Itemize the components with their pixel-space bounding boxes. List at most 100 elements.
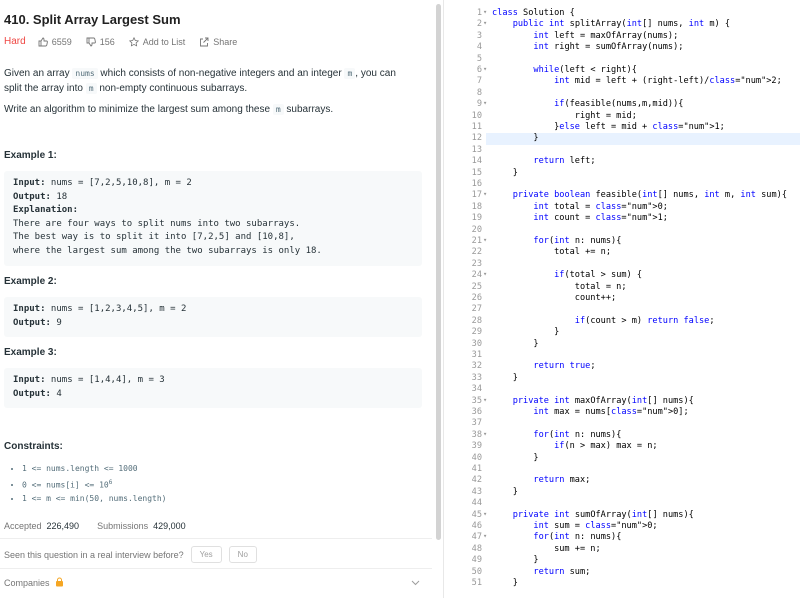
fold-toggle-icon[interactable]: ▾ [483, 510, 487, 518]
code-line[interactable]: } [492, 555, 538, 565]
fold-toggle-icon[interactable]: ▾ [483, 270, 487, 278]
line-number: 42 [471, 475, 482, 486]
yes-button[interactable]: Yes [190, 546, 222, 563]
dislike-button[interactable]: 156 [86, 37, 115, 47]
input-value: nums = [1,2,3,4,5], m = 2 [45, 304, 187, 314]
fold-toggle-icon[interactable]: ▾ [483, 19, 487, 27]
code-line[interactable]: if(total > sum) { [492, 270, 642, 280]
code-line[interactable]: return sum; [492, 567, 590, 577]
line-number: 36 [471, 407, 482, 417]
exponent: 6 [108, 478, 113, 486]
description-text: subarrays. [283, 104, 334, 115]
fold-toggle-icon[interactable]: ▾ [483, 430, 487, 438]
line-number: 34 [471, 384, 482, 395]
code-line[interactable]: private boolean feasible(int[] nums, int… [492, 190, 787, 200]
fold-toggle-icon[interactable]: ▾ [483, 65, 487, 73]
chevron-down-icon [411, 578, 420, 588]
thumbs-up-icon [38, 37, 48, 46]
submission-stats: Accepted 226,490 Submissions 429,000 [4, 521, 204, 531]
code-line[interactable]: private int maxOfArray(int[] nums){ [492, 396, 694, 406]
code-line[interactable]: if(n > max) max = n; [492, 441, 658, 451]
code-line[interactable]: total = n; [492, 282, 627, 292]
code-line[interactable]: for(int n: nums){ [492, 532, 621, 542]
line-number: 44 [471, 498, 482, 509]
code-line[interactable]: int mid = left + (right-left)/class="num… [492, 76, 782, 86]
constraint-item: 0 <= nums[i] <= 106 [22, 476, 414, 492]
line-number: 3 [476, 30, 482, 41]
example-1-heading: Example 1: [4, 150, 57, 161]
output-value: 18 [50, 191, 68, 202]
constraint-text: 1 <= m <= min(50, nums.length) [22, 494, 167, 504]
description-text: Given an array [4, 68, 73, 79]
fold-toggle-icon[interactable]: ▾ [483, 190, 487, 198]
line-number: 31 [471, 350, 482, 360]
companies-label: Companies [4, 578, 50, 588]
code-line[interactable]: } [492, 133, 538, 143]
line-number: 20 [471, 224, 482, 235]
share-label: Share [213, 36, 238, 47]
companies-section[interactable]: Companies [4, 577, 420, 589]
code-line[interactable]: class Solution { [492, 8, 575, 18]
output-label: Output: [13, 388, 51, 399]
code-line[interactable]: int left = maxOfArray(nums); [492, 31, 678, 41]
code-line[interactable]: } [492, 373, 518, 383]
code-line[interactable]: public int splitArray(int[] nums, int m)… [492, 19, 730, 29]
description-paragraph-1: Given an array nums which consists of no… [4, 67, 414, 96]
line-number: 28 [471, 315, 482, 326]
code-line[interactable]: return left; [492, 156, 595, 166]
code-line[interactable]: if(count > m) return false; [492, 316, 715, 326]
code-line[interactable]: int max = nums[class="num">0]; [492, 407, 688, 417]
constraints-heading: Constraints: [4, 441, 63, 452]
description-scrollbar[interactable] [436, 4, 441, 540]
input-value: nums = [7,2,5,10,8], m = 2 [45, 178, 192, 188]
explanation-line: There are four ways to split nums into t… [13, 218, 301, 229]
code-line[interactable]: } [492, 327, 559, 337]
code-line[interactable]: private int sumOfArray(int[] nums){ [492, 510, 694, 520]
accepted-value: 226,490 [46, 521, 80, 531]
line-number: 7 [476, 76, 482, 87]
fold-toggle-icon[interactable]: ▾ [483, 99, 487, 107]
code-line[interactable]: count++; [492, 293, 616, 303]
share-button[interactable]: Share [199, 37, 237, 47]
fold-toggle-icon[interactable]: ▾ [483, 236, 487, 244]
line-number: 50 [471, 566, 482, 577]
line-number: 19 [471, 213, 482, 224]
accepted-label: Accepted [4, 521, 42, 531]
difficulty-badge: Hard [4, 36, 26, 47]
code-line[interactable]: int right = sumOfArray(nums); [492, 42, 683, 52]
code-line[interactable]: int sum = class="num">0; [492, 521, 657, 531]
fold-toggle-icon[interactable]: ▾ [483, 396, 487, 404]
code-line[interactable]: } [492, 487, 518, 497]
code-line[interactable]: } [492, 339, 538, 349]
code-line[interactable]: if(feasible(nums,m,mid)){ [492, 99, 683, 109]
code-line[interactable]: for(int n: nums){ [492, 236, 621, 246]
code-line[interactable]: int count = class="num">1; [492, 213, 668, 223]
line-number: 11 [471, 122, 482, 132]
code-line[interactable]: while(left < right){ [492, 65, 636, 75]
inline-code: m [344, 68, 356, 79]
code-line[interactable]: } [492, 168, 518, 178]
fold-toggle-icon[interactable]: ▾ [483, 532, 487, 540]
interview-question-row: Seen this question in a real interview b… [4, 546, 257, 563]
example-3-block: Input: nums = [1,4,4], m = 3 Output: 4 [4, 368, 422, 408]
description-text: which consists of non-negative integers … [97, 68, 345, 79]
code-line[interactable]: } [492, 578, 518, 588]
code-line[interactable]: return true; [492, 361, 595, 371]
line-number: 6 [476, 65, 482, 75]
no-button[interactable]: No [228, 546, 257, 563]
code-line[interactable]: return max; [492, 475, 590, 485]
inline-code: nums [72, 68, 98, 79]
submissions-label: Submissions [97, 521, 149, 531]
fold-toggle-icon[interactable]: ▾ [483, 8, 487, 16]
code-editor-panel[interactable]: 1 ▾ class Solution {2 ▾ public int splitArr… [448, 0, 800, 598]
code-line[interactable]: sum += n; [492, 544, 601, 554]
code-line[interactable]: for(int n: nums){ [492, 430, 621, 440]
add-to-list-button[interactable]: Add to List [128, 36, 185, 47]
code-line[interactable]: }else left = mid + class="num">1; [492, 122, 725, 132]
code-line[interactable]: } [492, 453, 538, 463]
code-line[interactable]: right = mid; [492, 111, 637, 121]
code-line[interactable]: total += n; [492, 247, 611, 257]
line-number: 37 [471, 418, 482, 429]
code-line[interactable]: int total = class="num">0; [492, 202, 668, 212]
like-button[interactable]: 6559 [38, 37, 72, 47]
